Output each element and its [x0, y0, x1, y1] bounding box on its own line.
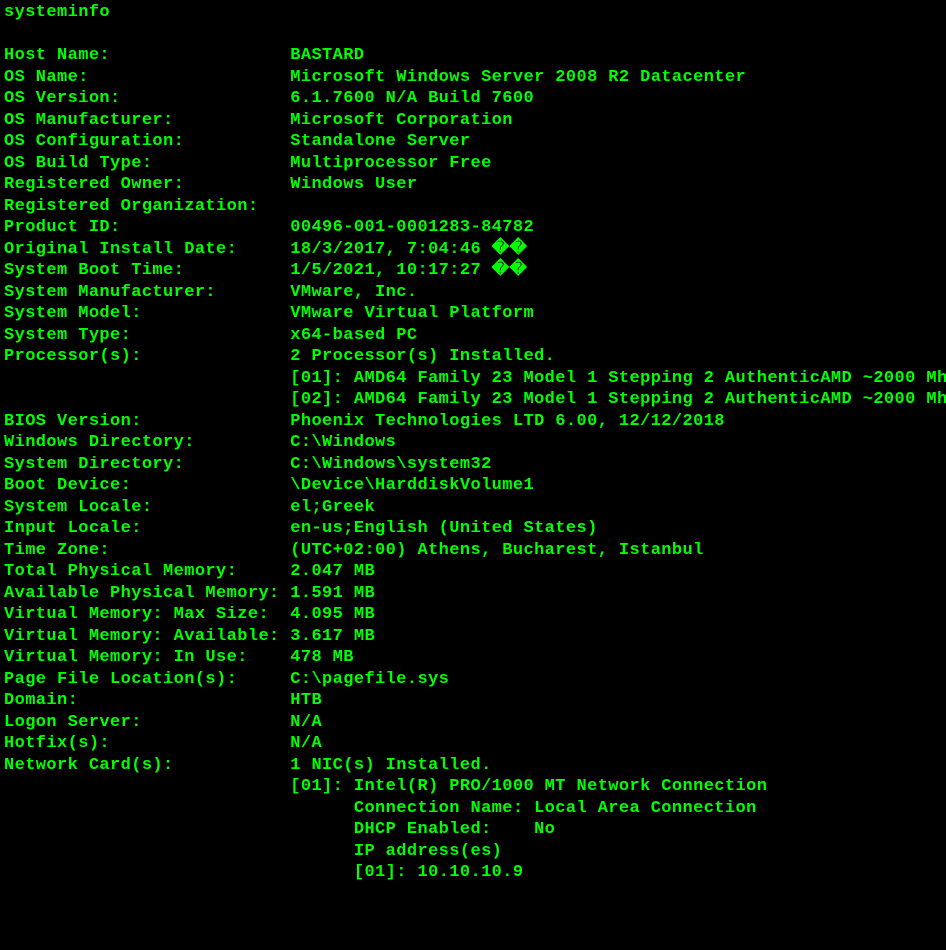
terminal-output: systeminfo Host Name: BASTARD OS Name: M… [0, 0, 946, 886]
network-card-list: [01]: Intel(R) PRO/1000 MT Network Conne… [4, 777, 767, 882]
processor-list: [01]: AMD64 Family 23 Model 1 Stepping 2… [4, 369, 946, 410]
systeminfo-block-2: BIOS Version: Phoenix Technologies LTD 6… [4, 412, 725, 775]
command-line: systeminfo [4, 3, 110, 22]
systeminfo-block-1: Host Name: BASTARD OS Name: Microsoft Wi… [4, 46, 746, 366]
